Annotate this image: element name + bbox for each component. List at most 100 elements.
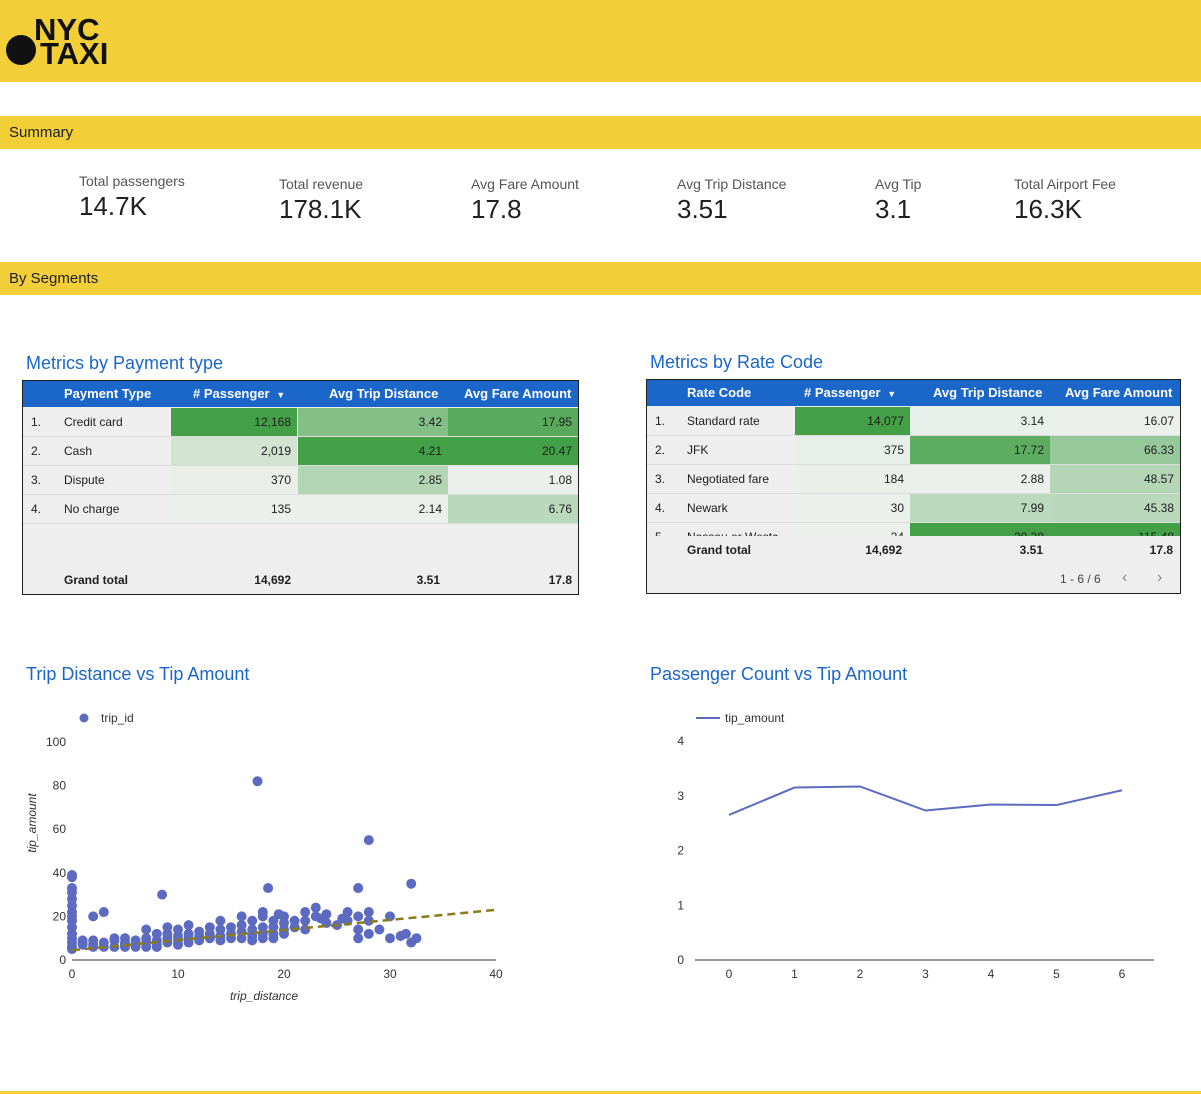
scatter-point: [400, 928, 411, 939]
cell-idx: 3.: [655, 472, 666, 486]
scatter-point: [300, 915, 311, 926]
logo-line2: TAXI: [40, 36, 108, 68]
column-header-avg-fare-amount[interactable]: Avg Fare Amount: [1065, 385, 1172, 400]
scatter-chart: 0 20 40 60 80 100 0 10 20 30 40 trip_distance tip_am…: [25, 711, 503, 1003]
segments-band: By Segments: [0, 262, 1201, 295]
scorecard-label: Avg Trip Distance: [677, 176, 787, 192]
x-tick-label: 10: [171, 967, 185, 981]
grand-total-distance: 3.51: [416, 573, 440, 587]
table-row[interactable]: 1. Credit card 12,168 3.42 17.95: [23, 408, 578, 437]
x-tick-label: 40: [489, 967, 503, 981]
scatter-point: [67, 911, 77, 922]
column-header-passenger[interactable]: # Passenger ▼: [193, 386, 285, 401]
rate-table-title: Metrics by Rate Code: [650, 352, 824, 372]
cell-fare: 66.33: [1050, 436, 1180, 464]
column-header-passenger[interactable]: # Passenger ▼: [804, 385, 896, 400]
cell-distance: 3.42: [298, 408, 448, 436]
scatter-point: [374, 924, 385, 935]
scatter-point: [162, 922, 173, 933]
table-row[interactable]: 4. No charge 135 2.14 6.76: [23, 495, 578, 524]
segments-heading: By Segments: [9, 270, 99, 287]
table-row[interactable]: 4. Newark 30 7.99 45.38: [647, 494, 1180, 523]
scorecard-label: Avg Tip: [875, 176, 922, 192]
scatter-point: [353, 933, 364, 944]
scorecard-label: Avg Fare Amount: [471, 176, 579, 192]
cell-idx: 4.: [655, 501, 666, 515]
column-header-payment-type[interactable]: Payment Type: [64, 386, 151, 401]
scorecard-value: 17.8: [471, 194, 522, 224]
cell-passenger: 135: [171, 495, 297, 523]
cell-passenger: 375: [795, 436, 910, 464]
grand-total-label: Grand total: [64, 573, 129, 587]
grand-total-distance: 3.51: [1019, 543, 1043, 557]
y-tick-label: 100: [46, 735, 66, 749]
x-tick-label: 3: [922, 967, 929, 981]
cell-fare: 6.76: [448, 495, 578, 523]
scatter-point: [363, 835, 374, 846]
scorecard-value: 14.7K: [79, 191, 147, 221]
scorecard-label: Total passengers: [79, 173, 185, 189]
table-row[interactable]: 3. Dispute 370 2.85 1.08: [23, 466, 578, 495]
scatter-point: [204, 922, 215, 933]
cell-distance: 2.14: [298, 495, 448, 523]
scatter-point: [300, 924, 311, 935]
legend-label: tip_amount: [725, 711, 785, 725]
scatter-point: [77, 935, 88, 946]
cell-idx: 5.: [655, 523, 685, 536]
cell-name: JFK: [687, 443, 709, 457]
scatter-point: [67, 869, 77, 880]
cell-fare: 45.38: [1050, 494, 1180, 522]
grand-total-fare: 17.8: [548, 573, 572, 587]
scatter-point: [353, 911, 364, 922]
column-header-rate-code[interactable]: Rate Code: [687, 385, 751, 400]
scatter-point: [67, 893, 77, 904]
legend-label: trip_id: [101, 711, 134, 725]
scatter-point: [252, 776, 263, 787]
x-tick-label: 6: [1119, 967, 1126, 981]
cell-idx: 1.: [31, 415, 42, 429]
scatter-point: [226, 922, 236, 933]
x-tick-label: 1: [791, 967, 798, 981]
table-row[interactable]: 3. Negotiated fare 184 2.88 48.57: [647, 465, 1180, 494]
cell-name: Newark: [687, 501, 728, 515]
scorecard-avg-tip: Avg Tip 3.1: [875, 176, 921, 225]
scatter-point: [194, 926, 205, 937]
column-header-avg-trip-distance[interactable]: Avg Trip Distance: [329, 386, 438, 401]
x-tick-label: 30: [383, 967, 397, 981]
column-header-avg-fare-amount[interactable]: Avg Fare Amount: [464, 386, 571, 401]
cell-fare: 16.07: [1050, 407, 1180, 435]
scatter-point: [273, 909, 284, 920]
scorecard-avg-trip-distance: Avg Trip Distance 3.51: [677, 176, 786, 225]
cell-idx: 4.: [31, 502, 42, 516]
sort-desc-icon: ▼: [887, 389, 897, 399]
scatter-point: [263, 883, 274, 894]
scatter-point: [247, 935, 258, 946]
table-header: Rate Code # Passenger ▼ Avg Trip Distanc…: [647, 380, 1180, 406]
table-row[interactable]: 2. Cash 2,019 4.21 20.47: [23, 437, 578, 466]
scatter-point: [88, 935, 99, 946]
table-row[interactable]: 5.Nassau or Westc2420.38115.48: [647, 523, 1180, 536]
column-header-avg-trip-distance[interactable]: Avg Trip Distance: [933, 385, 1042, 400]
table-row[interactable]: 2. JFK 375 17.72 66.33: [647, 436, 1180, 465]
chevron-left-icon[interactable]: ‹: [1122, 569, 1127, 587]
table-row[interactable]: 1. Standard rate 14,077 3.14 16.07: [647, 407, 1180, 436]
scatter-point: [120, 933, 130, 944]
rate-table-body[interactable]: 1. Standard rate 14,077 3.14 16.07 2. JFK 375 17…: [647, 406, 1180, 536]
summary-heading: Summary: [9, 124, 74, 141]
scatter-point: [151, 928, 162, 939]
cell-distance: 20.38: [910, 523, 1050, 536]
pagination-label: 1 - 6 / 6: [1060, 572, 1101, 586]
series-line-tip-amount: [728, 785, 1123, 816]
x-tick-label: 0: [69, 967, 76, 981]
cell-fare: 17.95: [448, 408, 578, 436]
scatter-point: [183, 928, 194, 939]
scatter-point: [98, 907, 109, 918]
x-tick-label: 5: [1053, 967, 1060, 981]
scatter-point: [257, 907, 268, 918]
cell-distance: 17.72: [910, 436, 1050, 464]
y-tick-label: 2: [677, 844, 684, 858]
scorecard-value: 178.1K: [279, 194, 362, 224]
scatter-point: [109, 933, 120, 944]
scatter-point: [157, 889, 168, 900]
chevron-right-icon[interactable]: ›: [1157, 569, 1162, 587]
